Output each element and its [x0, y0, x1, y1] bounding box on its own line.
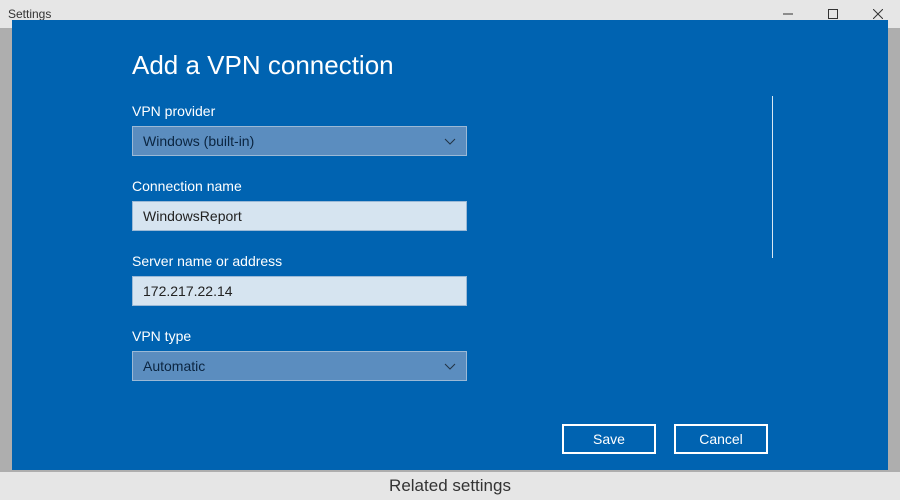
server-address-field: Server name or address 172.217.22.14 [132, 253, 768, 306]
modal-buttons: Save Cancel [562, 424, 768, 454]
save-button-label: Save [593, 431, 625, 447]
cancel-button-label: Cancel [699, 431, 743, 447]
vpn-provider-select[interactable]: Windows (built-in) [132, 126, 467, 156]
connection-name-value: WindowsReport [143, 208, 242, 224]
window-title: Settings [8, 7, 51, 21]
vpn-provider-label: VPN provider [132, 103, 768, 119]
server-address-input[interactable]: 172.217.22.14 [132, 276, 467, 306]
add-vpn-modal: Add a VPN connection VPN provider Window… [12, 20, 888, 470]
vpn-provider-value: Windows (built-in) [143, 133, 254, 149]
related-settings-heading: Related settings [389, 476, 511, 496]
vpn-type-value: Automatic [143, 358, 205, 374]
vpn-type-field: VPN type Automatic [132, 328, 768, 381]
connection-name-label: Connection name [132, 178, 768, 194]
connection-name-input[interactable]: WindowsReport [132, 201, 467, 231]
vpn-form: VPN provider Windows (built-in) Connecti… [132, 103, 768, 452]
connection-name-field: Connection name WindowsReport [132, 178, 768, 231]
maximize-icon [828, 9, 838, 19]
vpn-provider-field: VPN provider Windows (built-in) [132, 103, 768, 156]
vpn-type-select[interactable]: Automatic [132, 351, 467, 381]
minimize-icon [783, 9, 793, 19]
scroll-indicator[interactable] [772, 96, 773, 258]
modal-title: Add a VPN connection [132, 50, 768, 81]
server-address-value: 172.217.22.14 [143, 283, 233, 299]
vpn-type-label: VPN type [132, 328, 768, 344]
chevron-down-icon [444, 133, 456, 149]
server-address-label: Server name or address [132, 253, 768, 269]
settings-window: Settings Related settings Add a VPN conn… [0, 0, 900, 500]
chevron-down-icon [444, 358, 456, 374]
save-button[interactable]: Save [562, 424, 656, 454]
cancel-button[interactable]: Cancel [674, 424, 768, 454]
background-content: Related settings [0, 472, 900, 500]
close-icon [873, 9, 883, 19]
